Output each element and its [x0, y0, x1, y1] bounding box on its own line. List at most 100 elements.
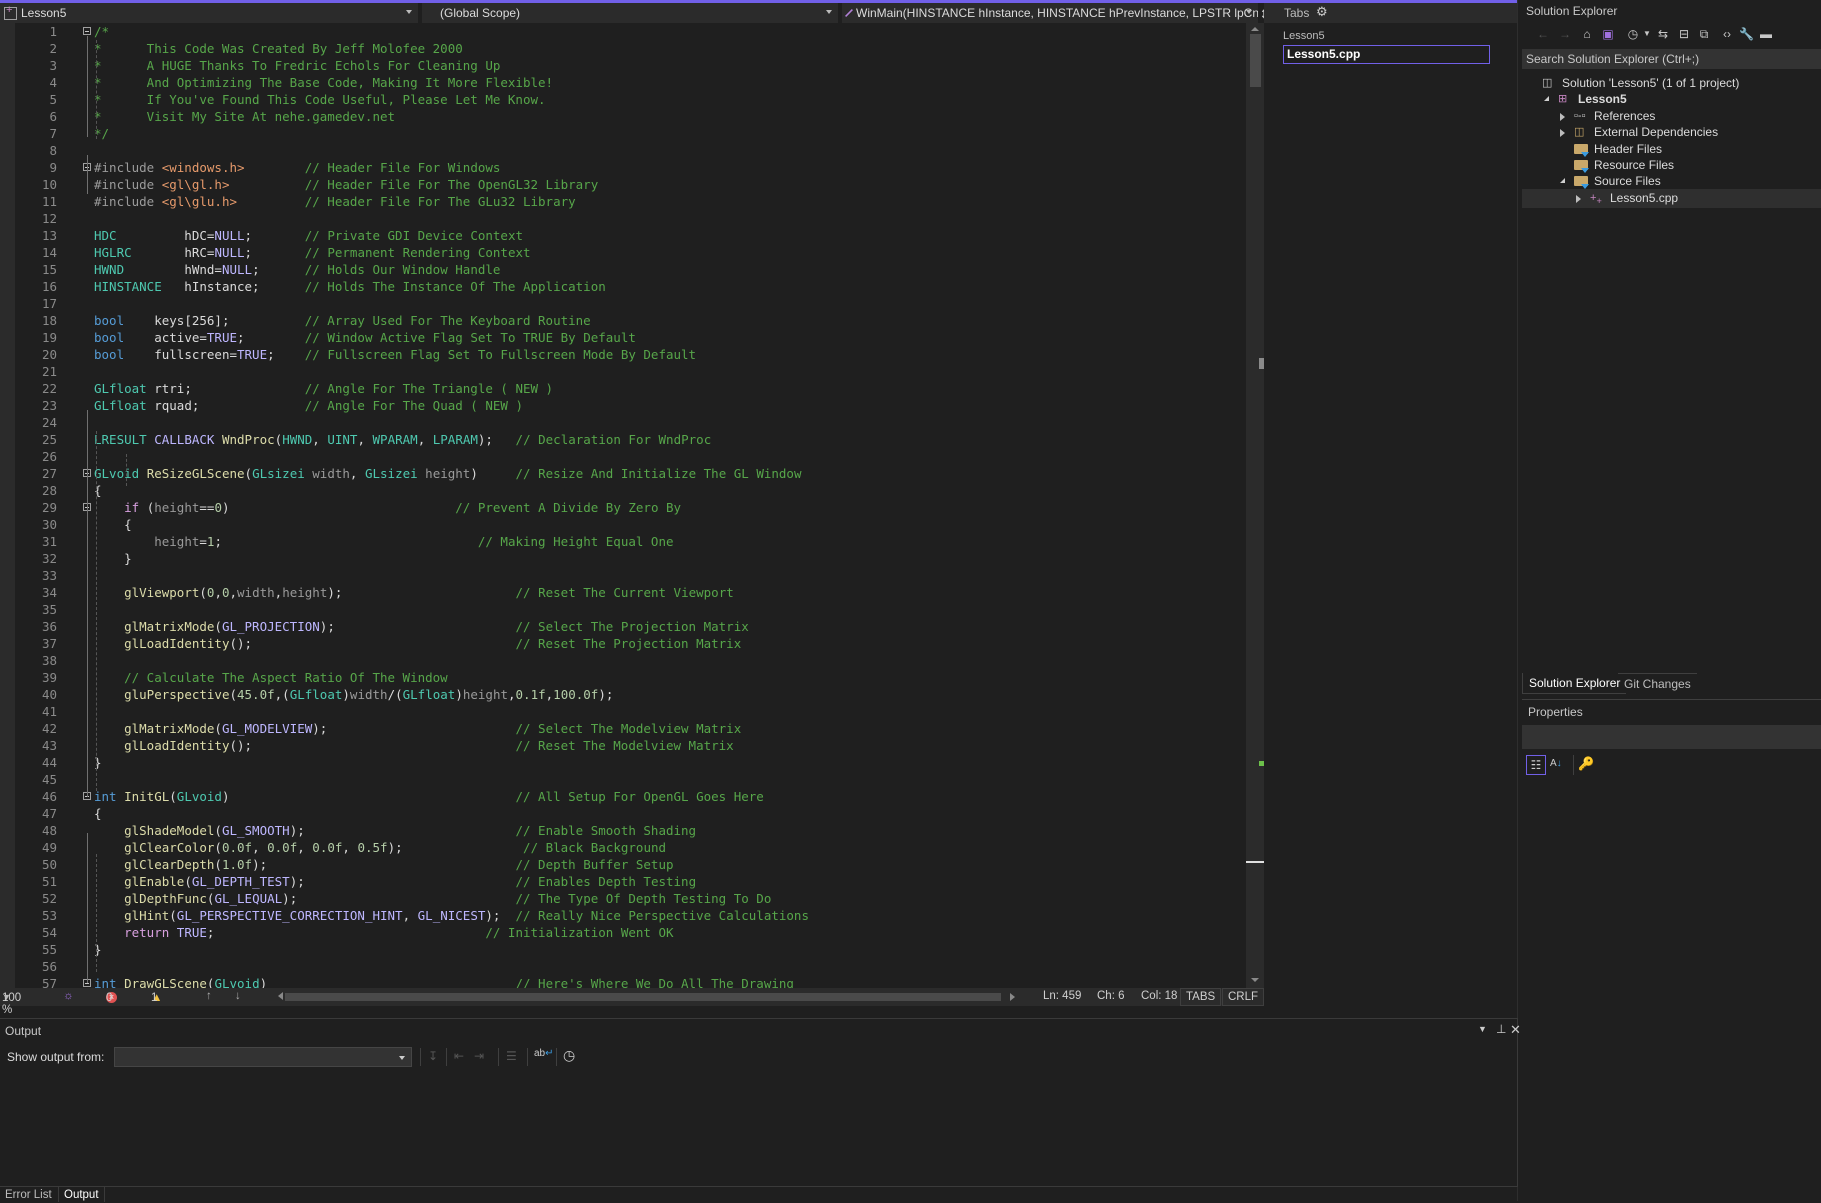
tab-output[interactable]: Output [58, 1187, 105, 1202]
properties-wrench-icon[interactable]: 🔧 [1739, 27, 1754, 41]
code-line[interactable]: 56 [0, 958, 1240, 975]
tab-item-lesson5-cpp[interactable]: Lesson5.cpp [1283, 45, 1490, 64]
code-line[interactable]: 33 [0, 567, 1240, 584]
code-line[interactable]: 11 #include <gl\glu.h> // Header File For… [0, 193, 1240, 210]
code-line[interactable]: 3 * A HUGE Thanks To Fredric Echols For C… [0, 57, 1240, 74]
collapse-outline-icon[interactable] [83, 27, 91, 35]
code-line[interactable]: 10 #include <gl\gl.h> // Header File For … [0, 176, 1240, 193]
code-line[interactable]: 12 [0, 210, 1240, 227]
switch-views-icon[interactable]: ▣ [1601, 27, 1615, 41]
code-line[interactable]: 51 glEnable(GL_DEPTH_TEST); // Enables D… [0, 873, 1240, 890]
indentation-indicator[interactable]: TABS [1180, 988, 1222, 1006]
code-line[interactable]: 18 bool keys[256]; // Array Used For The … [0, 312, 1240, 329]
column-indicator[interactable]: Col: 18 [1141, 990, 1177, 1002]
code-line[interactable]: 30 { [0, 516, 1240, 533]
code-line[interactable]: 34 glViewport(0,0,width,height); // Rese… [0, 584, 1240, 601]
line-ending-indicator[interactable]: CRLF [1222, 988, 1265, 1006]
categorized-icon[interactable]: ☷ [1526, 755, 1546, 775]
member-dropdown[interactable]: WinMain(HINSTANCE hInstance, HINSTANCE h… [842, 3, 1258, 23]
code-line[interactable]: 1 /* [0, 23, 1240, 40]
scroll-down-icon[interactable] [1251, 978, 1259, 982]
properties-object-dropdown[interactable] [1522, 725, 1821, 749]
code-line[interactable]: 19 bool active=TRUE; // Window Active Fla… [0, 329, 1240, 346]
code-line[interactable]: 14 HGLRC hRC=NULL; // Permanent Rendering… [0, 244, 1240, 261]
code-line[interactable]: 49 glClearColor(0.0f, 0.0f, 0.0f, 0.5f);… [0, 839, 1240, 856]
property-pages-key-icon[interactable]: 🔑 [1578, 755, 1596, 773]
code-line[interactable]: 46 int InitGL(GLvoid) // All Setup For Op… [0, 788, 1240, 805]
previous-issue-icon[interactable]: ↑ [206, 990, 212, 1002]
tab-error-list[interactable]: Error List [0, 1187, 57, 1202]
back-icon[interactable]: ← [1536, 27, 1550, 41]
collapsed-arrow-icon[interactable] [1560, 129, 1565, 138]
code-line[interactable]: 25 LRESULT CALLBACK WndProc(HWND, UINT, W… [0, 431, 1240, 448]
code-line[interactable]: 27 GLvoid ReSizeGLScene(GLsizei width, GL… [0, 465, 1240, 482]
home-icon[interactable]: ⌂ [1580, 27, 1594, 41]
code-line[interactable]: 50 glClearDepth(1.0f); // Depth Buffer S… [0, 856, 1240, 873]
code-line[interactable]: 23 GLfloat rquad; // Angle For The Quad (… [0, 397, 1240, 414]
collapse-all-icon[interactable]: ⊟ [1677, 27, 1691, 41]
chevron-down-icon[interactable]: ▼ [1640, 27, 1654, 41]
code-line[interactable]: 21 [0, 363, 1240, 380]
collapsed-arrow-icon[interactable] [1560, 112, 1565, 121]
code-line[interactable]: 52 glDepthFunc(GL_LEQUAL); // The Type O… [0, 890, 1240, 907]
code-line[interactable]: 4 * And Optimizing The Base Code, Making … [0, 74, 1240, 91]
go-to-next-message-icon[interactable]: ⇥ [474, 1049, 484, 1063]
show-output-from-dropdown[interactable] [114, 1047, 412, 1067]
code-line[interactable]: 26 [0, 448, 1240, 465]
code-line[interactable]: 42 glMatrixMode(GL_MODELVIEW); // Select… [0, 720, 1240, 737]
editor-horizontal-scrollbar[interactable] [285, 993, 1001, 1001]
code-line[interactable]: 37 glLoadIdentity(); // Reset The Projec… [0, 635, 1240, 652]
code-line[interactable]: 31 height=1; // Making Height Equal One [0, 533, 1240, 550]
scope-dropdown[interactable]: (Global Scope) [422, 3, 838, 23]
close-icon[interactable]: ✕ [1510, 1022, 1521, 1038]
next-issue-icon[interactable]: ↓ [235, 990, 241, 1002]
tab-solution-explorer[interactable]: Solution Explorer [1522, 673, 1627, 694]
window-position-dropdown-icon[interactable]: ▼ [1478, 1024, 1487, 1034]
find-message-in-code-icon[interactable]: ↧ [428, 1049, 438, 1063]
code-line[interactable]: 53 glHint(GL_PERSPECTIVE_CORRECTION_HINT… [0, 907, 1240, 924]
forward-icon[interactable]: → [1558, 27, 1572, 41]
scroll-up-icon[interactable] [1251, 27, 1259, 31]
collapsed-arrow-icon[interactable] [1576, 194, 1581, 203]
tree-item[interactable]: ++ Lesson5.cpp [1522, 188, 1821, 208]
expanded-arrow-icon[interactable] [1544, 96, 1549, 102]
code-line[interactable]: 29 if (height==0) // Prevent A Divide By… [0, 499, 1240, 516]
intellicode-icon[interactable]: ☼ [63, 990, 74, 1002]
code-line[interactable]: 55} [0, 941, 1240, 958]
scroll-left-icon[interactable] [278, 992, 283, 1000]
code-line[interactable]: 9 #include <windows.h> // Header File For… [0, 159, 1240, 176]
code-line[interactable]: 45 [0, 771, 1240, 788]
scroll-right-icon[interactable] [1010, 993, 1015, 1001]
code-line[interactable]: 20 bool fullscreen=TRUE; // Fullscreen Fl… [0, 346, 1240, 363]
solution-explorer-search-input[interactable]: Search Solution Explorer (Ctrl+;) [1522, 49, 1821, 69]
code-line[interactable]: 39 // Calculate The Aspect Ratio Of The … [0, 669, 1240, 686]
go-to-previous-message-icon[interactable]: ⇤ [454, 1049, 464, 1063]
code-line[interactable]: 43 glLoadIdentity(); // Reset The Modelv… [0, 737, 1240, 754]
preview-selected-items-icon[interactable]: ▬ [1759, 27, 1773, 41]
editor-vertical-scrollbar[interactable] [1246, 23, 1264, 988]
alphabetical-sort-icon[interactable]: A↓ [1550, 755, 1568, 773]
code-line[interactable]: 48 glShadeModel(GL_SMOOTH); // Enable Sm… [0, 822, 1240, 839]
gear-icon[interactable]: ⚙ [1316, 4, 1328, 20]
code-line[interactable]: 22 GLfloat rtri; // Angle For The Triangl… [0, 380, 1240, 397]
view-code-icon[interactable]: ‹› [1720, 27, 1734, 41]
expanded-arrow-icon[interactable] [1560, 178, 1565, 184]
sync-with-document-icon[interactable]: ⇆ [1656, 27, 1670, 41]
code-line[interactable]: 2 * This Code Was Created By Jeff Molofee… [0, 40, 1240, 57]
line-indicator[interactable]: Ln: 459 [1043, 990, 1081, 1002]
code-line[interactable]: 28{ [0, 482, 1240, 499]
code-line[interactable]: 38 [0, 652, 1240, 669]
char-indicator[interactable]: Ch: 6 [1097, 990, 1125, 1002]
toggle-word-wrap-icon[interactable]: ab↵ [534, 1048, 554, 1059]
code-line[interactable]: 44} [0, 754, 1240, 771]
pending-changes-filter-icon[interactable]: ◷ [1626, 27, 1640, 41]
show-all-files-icon[interactable]: ⧉ [1697, 27, 1711, 41]
code-line[interactable]: 17 [0, 295, 1240, 312]
tab-git-changes[interactable]: Git Changes [1618, 673, 1697, 694]
scrollbar-thumb[interactable] [1250, 34, 1261, 87]
pin-icon[interactable]: ⊥ [1496, 1022, 1506, 1036]
code-line[interactable]: 13 HDC hDC=NULL; // Private GDI Device Co… [0, 227, 1240, 244]
code-line[interactable]: 57 int DrawGLScene(GLvoid) // Here's Wher… [0, 975, 1240, 988]
code-line[interactable]: 54 return TRUE; // Initialization Went O… [0, 924, 1240, 941]
code-line[interactable]: 40 gluPerspective(45.0f,(GLfloat)width/(… [0, 686, 1240, 703]
